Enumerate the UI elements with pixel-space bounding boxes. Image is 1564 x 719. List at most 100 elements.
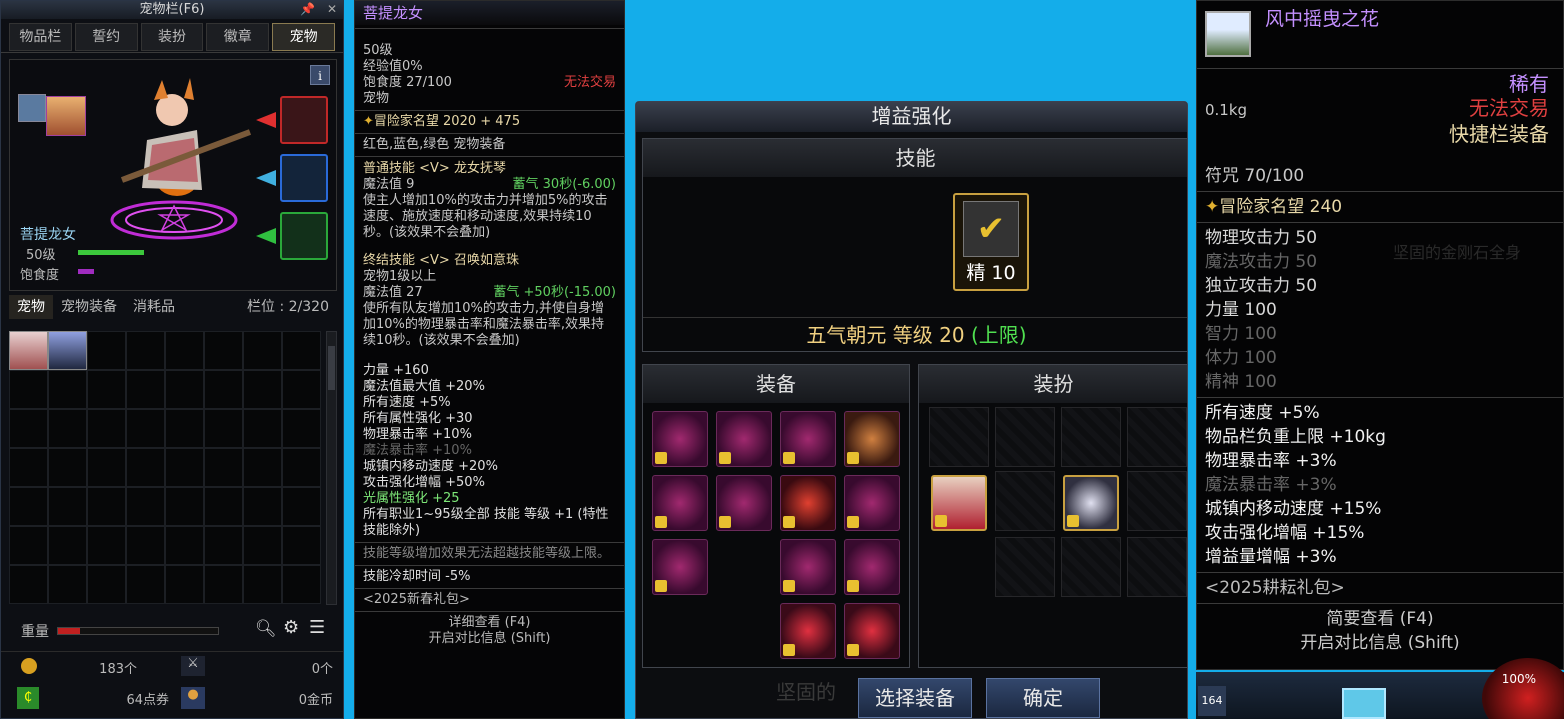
inventory-slot[interactable]	[243, 448, 282, 487]
inventory-slot[interactable]	[126, 565, 165, 604]
inventory-slot[interactable]	[48, 565, 87, 604]
avatar-slot-empty[interactable]	[995, 407, 1055, 467]
inventory-slot[interactable]	[126, 526, 165, 565]
inventory-slot[interactable]	[204, 448, 243, 487]
confirm-button[interactable]: 确定	[986, 678, 1100, 718]
inventory-slot[interactable]	[243, 565, 282, 604]
inventory-pet-2[interactable]	[48, 331, 87, 370]
tab-inventory[interactable]: 物品栏	[9, 23, 72, 51]
pin-icon[interactable]: 📌	[300, 1, 315, 18]
avatar-slot-empty[interactable]	[1061, 537, 1121, 597]
inventory-slot[interactable]	[126, 331, 165, 370]
inventory-slot[interactable]	[87, 370, 126, 409]
inventory-slot[interactable]	[9, 370, 48, 409]
inventory-slot[interactable]	[9, 409, 48, 448]
inventory-slot[interactable]	[126, 370, 165, 409]
equip-slot-8[interactable]	[844, 475, 900, 531]
inventory-slot[interactable]	[87, 487, 126, 526]
avatar-slot-empty[interactable]	[1061, 407, 1121, 467]
inventory-slot[interactable]	[204, 526, 243, 565]
tab-badge[interactable]: 徽章	[206, 23, 270, 51]
inventory-slot[interactable]	[165, 331, 204, 370]
inventory-slot[interactable]	[126, 409, 165, 448]
inventory-slot[interactable]	[87, 331, 126, 370]
inventory-slot[interactable]	[9, 487, 48, 526]
avatar-slot-empty[interactable]	[1127, 407, 1187, 467]
inventory-slot[interactable]	[87, 448, 126, 487]
avatar-slot-empty[interactable]	[995, 471, 1055, 531]
hud-selected-slot[interactable]	[1342, 688, 1386, 719]
inventory-slot[interactable]	[204, 487, 243, 526]
tab-oath[interactable]: 誓约	[74, 23, 138, 51]
skill-icon-frame[interactable]: ✔ 精 10	[953, 193, 1029, 291]
inventory-slot[interactable]	[48, 448, 87, 487]
subtab-pet[interactable]: 宠物	[9, 295, 53, 319]
equip-slot-7[interactable]	[780, 475, 836, 531]
equip-slot-10[interactable]	[780, 539, 836, 595]
pet-avatar[interactable]	[46, 96, 86, 136]
inventory-slot[interactable]	[282, 565, 321, 604]
inventory-slot[interactable]	[165, 370, 204, 409]
inventory-slot[interactable]	[87, 409, 126, 448]
inventory-slot[interactable]	[165, 409, 204, 448]
equip-slot-13[interactable]	[844, 603, 900, 659]
inventory-slot[interactable]	[282, 331, 321, 370]
avatar-slot-empty[interactable]	[995, 537, 1055, 597]
equip-slot-5[interactable]	[652, 475, 708, 531]
subtab-pet-equipment[interactable]: 宠物装备	[53, 295, 125, 319]
equip-slot-3[interactable]	[780, 411, 836, 467]
red-equip-slot[interactable]	[280, 96, 328, 144]
inventory-slot[interactable]	[87, 526, 126, 565]
avatar-slot-empty[interactable]	[929, 407, 989, 467]
tab-avatar[interactable]: 装扮	[140, 23, 204, 51]
list-icon[interactable]: ☰	[309, 617, 325, 638]
inventory-slot[interactable]	[243, 487, 282, 526]
search-icon[interactable]: 🔍︎	[255, 619, 277, 639]
inventory-slot[interactable]	[204, 331, 243, 370]
inventory-slot[interactable]	[48, 526, 87, 565]
inventory-slot[interactable]	[243, 331, 282, 370]
info-icon[interactable]: i	[310, 65, 330, 85]
inventory-slot[interactable]	[282, 487, 321, 526]
tab-pet[interactable]: 宠物	[272, 23, 335, 51]
inventory-slot[interactable]	[165, 448, 204, 487]
inventory-slot[interactable]	[282, 526, 321, 565]
avatar-slot-2[interactable]	[1063, 475, 1119, 531]
inventory-slot[interactable]	[126, 448, 165, 487]
inventory-slot[interactable]	[48, 487, 87, 526]
inventory-pet-1[interactable]	[9, 331, 48, 370]
equip-slot-9[interactable]	[652, 539, 708, 595]
select-equipment-button[interactable]: 选择装备	[858, 678, 972, 718]
character-avatar[interactable]	[18, 94, 46, 122]
avatar-slot-empty[interactable]	[1127, 537, 1187, 597]
inventory-slot[interactable]	[282, 370, 321, 409]
avatar-slot-empty[interactable]	[1127, 471, 1187, 531]
inventory-slot[interactable]	[165, 487, 204, 526]
inventory-slot[interactable]	[9, 448, 48, 487]
subtab-consumables[interactable]: 消耗品	[125, 295, 183, 319]
inventory-slot[interactable]	[48, 409, 87, 448]
hud-slot-badge[interactable]: 164	[1198, 686, 1226, 716]
avatar-slot-1[interactable]	[931, 475, 987, 531]
inventory-slot[interactable]	[165, 526, 204, 565]
inventory-slot[interactable]	[165, 565, 204, 604]
inventory-slot[interactable]	[9, 565, 48, 604]
inventory-slot[interactable]	[48, 370, 87, 409]
inventory-slot[interactable]	[87, 565, 126, 604]
inventory-slot[interactable]	[204, 370, 243, 409]
inventory-slot[interactable]	[243, 409, 282, 448]
equip-slot-4[interactable]	[844, 411, 900, 467]
inventory-scrollbar[interactable]	[326, 331, 337, 605]
equip-slot-2[interactable]	[716, 411, 772, 467]
inventory-slot[interactable]	[243, 370, 282, 409]
inventory-slot[interactable]	[126, 487, 165, 526]
close-icon[interactable]: ✕	[327, 1, 337, 18]
inventory-slot[interactable]	[243, 526, 282, 565]
inventory-slot[interactable]	[9, 526, 48, 565]
inventory-slot[interactable]	[204, 409, 243, 448]
scrollbar-thumb[interactable]	[328, 346, 335, 390]
inventory-slot[interactable]	[282, 409, 321, 448]
inventory-slot[interactable]	[204, 565, 243, 604]
inventory-slot[interactable]	[282, 448, 321, 487]
green-equip-slot[interactable]	[280, 212, 328, 260]
